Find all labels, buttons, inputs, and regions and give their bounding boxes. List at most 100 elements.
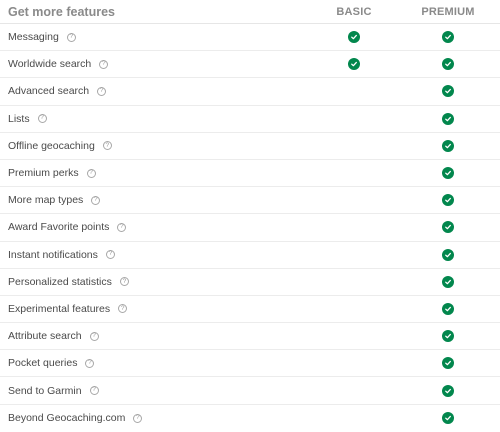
feature-cell: Beyond Geocaching.com? — [0, 412, 310, 424]
basic-cell — [310, 242, 398, 268]
premium-cell — [398, 78, 498, 104]
table-row: More map types? — [0, 187, 500, 215]
checkmark-icon — [442, 330, 454, 343]
feature-cell: Attribute search? — [0, 330, 310, 342]
feature-cell: Pocket queries? — [0, 357, 310, 369]
feature-label: Advanced search — [8, 85, 90, 98]
feature-label: Send to Garmin — [8, 384, 82, 397]
feature-cell: Award Favorite points? — [0, 221, 310, 233]
premium-cell — [398, 405, 498, 432]
column-header-basic: BASIC — [336, 5, 372, 18]
table-row: Lists? — [0, 106, 500, 133]
feature-cell: Offline geocaching? — [0, 140, 310, 152]
help-icon[interactable]: ? — [118, 304, 128, 314]
feature-label: Beyond Geocaching.com — [8, 412, 126, 425]
checkmark-icon — [442, 248, 454, 261]
checkmark-icon — [442, 357, 454, 370]
help-icon[interactable]: ? — [85, 358, 95, 368]
premium-cell — [398, 269, 498, 295]
basic-cell — [310, 323, 398, 349]
table-row: Instant notifications? — [0, 242, 500, 269]
feature-cell: Messaging? — [0, 31, 310, 43]
table-row: Personalized statistics? — [0, 269, 500, 296]
basic-cell — [310, 160, 398, 186]
feature-cell: More map types? — [0, 194, 310, 206]
help-icon[interactable]: ? — [89, 386, 99, 396]
premium-cell — [398, 323, 498, 349]
checkmark-icon — [442, 275, 454, 288]
help-icon[interactable]: ? — [37, 114, 47, 124]
table-header: Get more features BASIC PREMIUM — [0, 0, 500, 24]
table-row: Beyond Geocaching.com? — [0, 405, 500, 432]
basic-cell — [310, 24, 398, 50]
feature-label: Messaging — [8, 31, 59, 44]
table-row: Pocket queries? — [0, 350, 500, 378]
premium-cell — [398, 106, 498, 132]
basic-cell — [310, 51, 398, 77]
help-icon[interactable]: ? — [117, 222, 127, 232]
premium-cell — [398, 242, 498, 268]
checkmark-icon — [442, 384, 454, 397]
column-header-premium: PREMIUM — [421, 5, 475, 18]
basic-cell — [310, 350, 398, 376]
checkmark-icon — [442, 167, 454, 180]
table-row: Send to Garmin? — [0, 377, 500, 405]
premium-cell — [398, 133, 498, 159]
premium-cell — [398, 296, 498, 322]
help-icon[interactable]: ? — [97, 86, 107, 96]
feature-label: Instant notifications — [8, 248, 98, 261]
feature-label: Lists — [8, 112, 30, 125]
table-row: Advanced search? — [0, 78, 500, 106]
help-icon[interactable]: ? — [99, 59, 109, 69]
basic-cell — [310, 377, 398, 403]
help-icon[interactable]: ? — [86, 168, 96, 178]
feature-cell: Lists? — [0, 113, 310, 125]
feature-label: Attribute search — [8, 330, 82, 343]
feature-cell: Premium perks? — [0, 167, 310, 179]
table-row: Premium perks? — [0, 160, 500, 188]
feature-label: Worldwide search — [8, 58, 92, 71]
basic-cell — [310, 133, 398, 159]
basic-cell — [310, 296, 398, 322]
checkmark-icon — [442, 31, 454, 44]
feature-label: Premium perks — [8, 167, 79, 180]
table-row: Experimental features? — [0, 296, 500, 324]
premium-cell — [398, 187, 498, 213]
help-icon[interactable]: ? — [133, 413, 143, 423]
checkmark-icon — [442, 221, 454, 234]
help-icon[interactable]: ? — [66, 32, 76, 42]
premium-cell — [398, 51, 498, 77]
checkmark-icon — [442, 302, 454, 315]
checkmark-icon — [442, 85, 454, 98]
basic-cell — [310, 405, 398, 432]
help-icon[interactable]: ? — [89, 331, 99, 341]
help-icon[interactable]: ? — [102, 141, 112, 151]
help-icon[interactable]: ? — [91, 195, 101, 205]
table-row: Worldwide search? — [0, 51, 500, 79]
table-row: Offline geocaching? — [0, 133, 500, 160]
help-icon[interactable]: ? — [119, 277, 129, 287]
feature-label: Personalized statistics — [8, 275, 112, 288]
feature-label: Pocket queries — [8, 357, 78, 370]
feature-label: Experimental features — [8, 302, 111, 315]
checkmark-icon — [348, 58, 360, 71]
feature-label: More map types — [8, 194, 84, 207]
help-icon[interactable]: ? — [105, 250, 115, 260]
feature-cell: Send to Garmin? — [0, 385, 310, 397]
feature-label: Offline geocaching — [8, 139, 95, 152]
feature-label: Award Favorite points — [8, 221, 110, 234]
feature-cell: Advanced search? — [0, 85, 310, 97]
premium-cell — [398, 24, 498, 50]
checkmark-icon — [442, 112, 454, 125]
basic-cell — [310, 269, 398, 295]
feature-cell: Instant notifications? — [0, 249, 310, 261]
premium-cell — [398, 214, 498, 240]
features-comparison-table: Get more features BASIC PREMIUM Messagin… — [0, 0, 500, 432]
premium-cell — [398, 377, 498, 403]
table-row: Attribute search? — [0, 323, 500, 351]
checkmark-icon — [348, 31, 360, 44]
basic-cell — [310, 187, 398, 213]
checkmark-icon — [442, 139, 454, 152]
section-title: Get more features — [8, 4, 115, 19]
table-row: Award Favorite points? — [0, 214, 500, 242]
